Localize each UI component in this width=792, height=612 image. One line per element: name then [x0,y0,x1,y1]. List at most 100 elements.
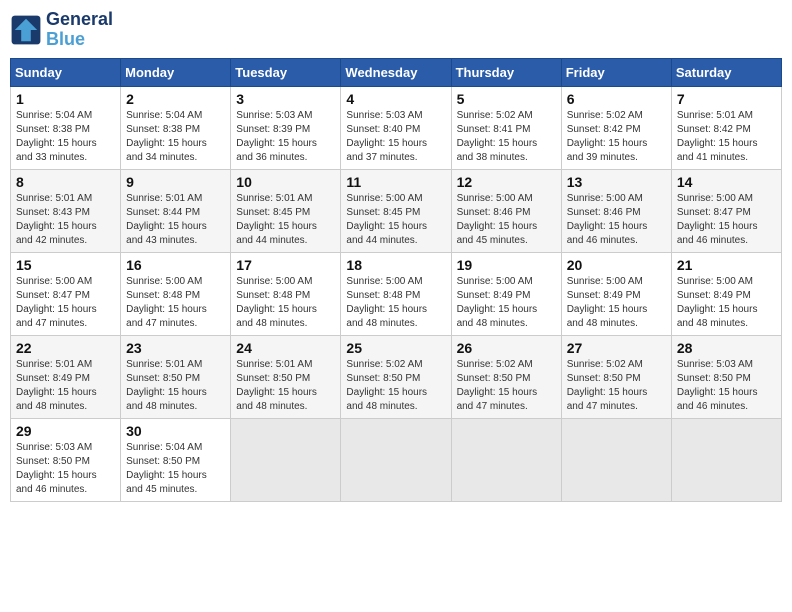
day-info: Sunrise: 5:01 AM Sunset: 8:43 PM Dayligh… [16,192,115,248]
weekday-header: Thursday [451,58,561,86]
calendar-day-cell: 2Sunrise: 5:04 AM Sunset: 8:38 PM Daylig… [121,86,231,169]
day-number: 5 [457,91,556,107]
day-number: 24 [236,340,335,356]
day-info: Sunrise: 5:02 AM Sunset: 8:50 PM Dayligh… [567,358,666,414]
day-number: 29 [16,423,115,439]
day-number: 27 [567,340,666,356]
day-number: 17 [236,257,335,273]
day-info: Sunrise: 5:00 AM Sunset: 8:49 PM Dayligh… [567,275,666,331]
calendar-day-cell [451,418,561,501]
day-number: 2 [126,91,225,107]
calendar-day-cell: 23 Sunrise: 5:01 AM Sunset: 8:50 PM Dayli… [121,335,231,418]
calendar-day-cell: 17 Sunrise: 5:00 AM Sunset: 8:48 PM Dayli… [231,252,341,335]
calendar-day-cell: 25 Sunrise: 5:02 AM Sunset: 8:50 PM Dayli… [341,335,451,418]
day-info: Sunrise: 5:02 AM Sunset: 8:50 PM Dayligh… [346,358,445,414]
calendar-day-cell: 15Sunrise: 5:00 AM Sunset: 8:47 PM Dayli… [11,252,121,335]
calendar-week-row: 1Sunrise: 5:04 AM Sunset: 8:38 PM Daylig… [11,86,782,169]
day-info: Sunrise: 5:01 AM Sunset: 8:42 PM Dayligh… [677,109,776,165]
weekday-header: Tuesday [231,58,341,86]
calendar-day-cell [561,418,671,501]
day-info: Sunrise: 5:00 AM Sunset: 8:46 PM Dayligh… [457,192,556,248]
day-info: Sunrise: 5:03 AM Sunset: 8:50 PM Dayligh… [16,441,115,497]
day-info: Sunrise: 5:03 AM Sunset: 8:39 PM Dayligh… [236,109,335,165]
calendar-day-cell: 10 Sunrise: 5:01 AM Sunset: 8:45 PM Dayli… [231,169,341,252]
calendar-body: 1Sunrise: 5:04 AM Sunset: 8:38 PM Daylig… [11,86,782,501]
day-info: Sunrise: 5:03 AM Sunset: 8:50 PM Dayligh… [677,358,776,414]
calendar-day-cell: 28 Sunrise: 5:03 AM Sunset: 8:50 PM Dayli… [671,335,781,418]
day-number: 8 [16,174,115,190]
day-info: Sunrise: 5:00 AM Sunset: 8:47 PM Dayligh… [16,275,115,331]
day-number: 10 [236,174,335,190]
page-header: General Blue [10,10,782,50]
day-number: 11 [346,174,445,190]
day-number: 9 [126,174,225,190]
calendar-day-cell: 29 Sunrise: 5:03 AM Sunset: 8:50 PM Dayli… [11,418,121,501]
calendar-day-cell [671,418,781,501]
calendar-week-row: 29 Sunrise: 5:03 AM Sunset: 8:50 PM Dayli… [11,418,782,501]
day-info: Sunrise: 5:01 AM Sunset: 8:44 PM Dayligh… [126,192,225,248]
calendar-week-row: 22Sunrise: 5:01 AM Sunset: 8:49 PM Dayli… [11,335,782,418]
day-number: 28 [677,340,776,356]
day-info: Sunrise: 5:03 AM Sunset: 8:40 PM Dayligh… [346,109,445,165]
day-number: 21 [677,257,776,273]
calendar-week-row: 8 Sunrise: 5:01 AM Sunset: 8:43 PM Daylig… [11,169,782,252]
calendar-day-cell: 11 Sunrise: 5:00 AM Sunset: 8:45 PM Dayli… [341,169,451,252]
calendar-day-cell: 19 Sunrise: 5:00 AM Sunset: 8:49 PM Dayli… [451,252,561,335]
day-info: Sunrise: 5:00 AM Sunset: 8:49 PM Dayligh… [457,275,556,331]
calendar-week-row: 15Sunrise: 5:00 AM Sunset: 8:47 PM Dayli… [11,252,782,335]
day-info: Sunrise: 5:02 AM Sunset: 8:42 PM Dayligh… [567,109,666,165]
day-info: Sunrise: 5:00 AM Sunset: 8:46 PM Dayligh… [567,192,666,248]
logo-icon [10,14,42,46]
day-number: 23 [126,340,225,356]
day-info: Sunrise: 5:01 AM Sunset: 8:50 PM Dayligh… [126,358,225,414]
day-number: 14 [677,174,776,190]
calendar-day-cell: 24 Sunrise: 5:01 AM Sunset: 8:50 PM Dayli… [231,335,341,418]
day-number: 19 [457,257,556,273]
calendar-day-cell: 22Sunrise: 5:01 AM Sunset: 8:49 PM Dayli… [11,335,121,418]
day-number: 3 [236,91,335,107]
calendar-day-cell: 6 Sunrise: 5:02 AM Sunset: 8:42 PM Daylig… [561,86,671,169]
day-info: Sunrise: 5:00 AM Sunset: 8:48 PM Dayligh… [236,275,335,331]
logo: General Blue [10,10,113,50]
calendar-day-cell: 20 Sunrise: 5:00 AM Sunset: 8:49 PM Dayli… [561,252,671,335]
weekday-header: Sunday [11,58,121,86]
weekday-header: Friday [561,58,671,86]
calendar-day-cell: 14Sunrise: 5:00 AM Sunset: 8:47 PM Dayli… [671,169,781,252]
day-number: 13 [567,174,666,190]
calendar-day-cell: 9 Sunrise: 5:01 AM Sunset: 8:44 PM Daylig… [121,169,231,252]
calendar-day-cell: 30 Sunrise: 5:04 AM Sunset: 8:50 PM Dayli… [121,418,231,501]
day-info: Sunrise: 5:01 AM Sunset: 8:50 PM Dayligh… [236,358,335,414]
day-number: 20 [567,257,666,273]
day-info: Sunrise: 5:01 AM Sunset: 8:45 PM Dayligh… [236,192,335,248]
calendar-day-cell: 27 Sunrise: 5:02 AM Sunset: 8:50 PM Dayli… [561,335,671,418]
day-info: Sunrise: 5:00 AM Sunset: 8:49 PM Dayligh… [677,275,776,331]
calendar-day-cell: 16Sunrise: 5:00 AM Sunset: 8:48 PM Dayli… [121,252,231,335]
calendar-day-cell: 13 Sunrise: 5:00 AM Sunset: 8:46 PM Dayli… [561,169,671,252]
calendar-day-cell: 21 Sunrise: 5:00 AM Sunset: 8:49 PM Dayli… [671,252,781,335]
day-info: Sunrise: 5:04 AM Sunset: 8:38 PM Dayligh… [16,109,115,165]
day-info: Sunrise: 5:04 AM Sunset: 8:50 PM Dayligh… [126,441,225,497]
day-number: 30 [126,423,225,439]
day-number: 26 [457,340,556,356]
day-number: 25 [346,340,445,356]
day-number: 6 [567,91,666,107]
calendar-day-cell: 4 Sunrise: 5:03 AM Sunset: 8:40 PM Daylig… [341,86,451,169]
day-number: 18 [346,257,445,273]
day-info: Sunrise: 5:02 AM Sunset: 8:41 PM Dayligh… [457,109,556,165]
weekday-header: Wednesday [341,58,451,86]
calendar-day-cell: 12Sunrise: 5:00 AM Sunset: 8:46 PM Dayli… [451,169,561,252]
day-number: 7 [677,91,776,107]
calendar-day-cell: 5 Sunrise: 5:02 AM Sunset: 8:41 PM Daylig… [451,86,561,169]
calendar-day-cell: 1Sunrise: 5:04 AM Sunset: 8:38 PM Daylig… [11,86,121,169]
calendar-table: SundayMondayTuesdayWednesdayThursdayFrid… [10,58,782,502]
day-info: Sunrise: 5:00 AM Sunset: 8:45 PM Dayligh… [346,192,445,248]
day-info: Sunrise: 5:00 AM Sunset: 8:48 PM Dayligh… [346,275,445,331]
calendar-day-cell: 7 Sunrise: 5:01 AM Sunset: 8:42 PM Daylig… [671,86,781,169]
calendar-day-cell: 18 Sunrise: 5:00 AM Sunset: 8:48 PM Dayli… [341,252,451,335]
day-number: 4 [346,91,445,107]
calendar-day-cell: 8 Sunrise: 5:01 AM Sunset: 8:43 PM Daylig… [11,169,121,252]
calendar-day-cell [341,418,451,501]
day-info: Sunrise: 5:01 AM Sunset: 8:49 PM Dayligh… [16,358,115,414]
logo-text: General Blue [46,10,113,50]
calendar-header-row: SundayMondayTuesdayWednesdayThursdayFrid… [11,58,782,86]
